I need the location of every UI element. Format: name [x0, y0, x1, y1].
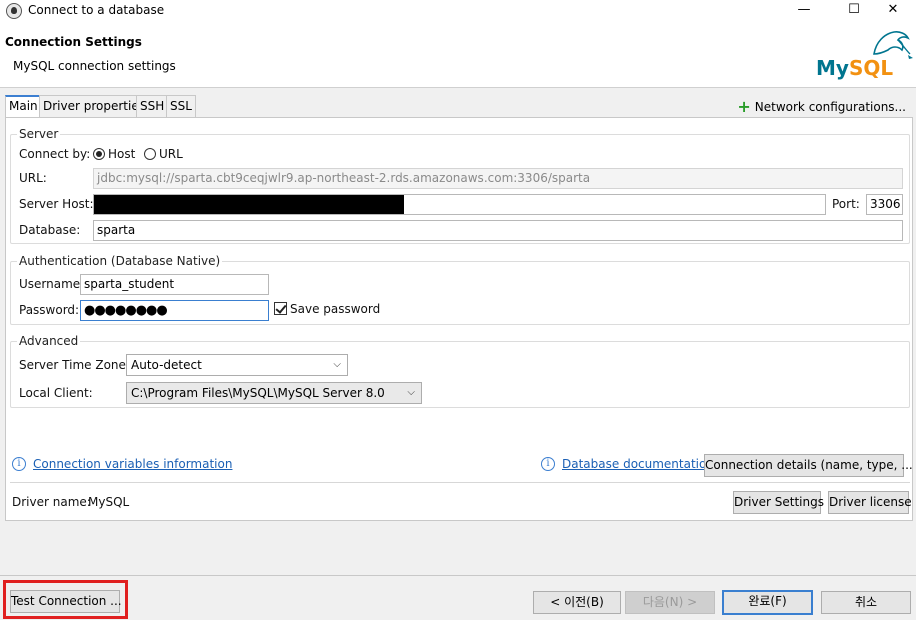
- port-input[interactable]: 3306: [866, 194, 903, 215]
- info-icon: i: [12, 457, 26, 471]
- radio-selected-icon: [93, 148, 105, 160]
- page-title: Connection Settings: [5, 35, 142, 49]
- connect-by-label: Connect by:: [19, 147, 91, 161]
- redacted-area: [94, 195, 404, 214]
- url-option-label: URL: [159, 147, 183, 161]
- divider: [10, 482, 910, 483]
- next-button[interactable]: 다음(N) >: [625, 591, 715, 614]
- username-label: Username:: [19, 277, 85, 291]
- window-title: Connect to a database: [28, 3, 165, 17]
- save-password-checkbox[interactable]: Save password: [274, 302, 380, 316]
- driver-license-button[interactable]: Driver license: [828, 491, 912, 514]
- tab-driver-properties[interactable]: Driver properties: [39, 95, 149, 117]
- tab-ssl[interactable]: SSL: [166, 95, 196, 117]
- connect-by-host-radio[interactable]: Host: [93, 147, 135, 161]
- cancel-button[interactable]: 취소: [821, 591, 911, 614]
- info-icon: i: [541, 457, 555, 471]
- plus-icon: +: [737, 97, 751, 116]
- host-option-label: Host: [108, 147, 136, 161]
- password-input[interactable]: ●●●●●●●●: [80, 300, 269, 321]
- server-host-label: Server Host:: [19, 197, 94, 211]
- connection-variables-link[interactable]: Connection variables information: [33, 457, 232, 471]
- logo-my: My: [816, 56, 849, 80]
- main-panel: Server Connect by: Host URL URL: jdbc:my…: [5, 117, 916, 521]
- advanced-group-title: Advanced: [17, 334, 81, 348]
- connection-details-button[interactable]: Connection details (name, type, ... ): [704, 454, 916, 477]
- database-input[interactable]: sparta: [93, 220, 903, 241]
- server-time-zone-value: Auto-detect: [131, 358, 202, 372]
- logo-sql: SQL: [848, 56, 894, 80]
- password-label: Password:: [19, 303, 80, 317]
- driver-name-value: MySQL: [88, 495, 130, 509]
- driver-name-label: Driver name:: [12, 495, 91, 509]
- url-input[interactable]: jdbc:mysql://sparta.cbt9ceqjwlr9.ap-nort…: [93, 168, 903, 189]
- local-client-value: C:\Program Files\MySQL\MySQL Server 8.0: [131, 386, 385, 400]
- local-client-select[interactable]: C:\Program Files\MySQL\MySQL Server 8.0 …: [126, 382, 422, 404]
- title-bar: Connect to a database — ☐ ✕: [0, 0, 916, 22]
- driver-settings-button[interactable]: Driver Settings: [733, 491, 824, 514]
- close-button[interactable]: ✕: [870, 0, 916, 22]
- mysql-logo-text: MySQL: [816, 56, 893, 80]
- back-button[interactable]: < 이전(B): [533, 591, 621, 614]
- server-group-title: Server: [17, 127, 61, 141]
- footer-divider: [0, 575, 916, 576]
- port-label: Port:: [832, 197, 860, 211]
- mysql-logo: MySQL: [812, 28, 914, 84]
- page-subtitle: MySQL connection settings: [13, 59, 176, 73]
- server-time-zone-select[interactable]: Auto-detect ⌵: [126, 354, 348, 376]
- network-configurations-label: Network configurations...: [754, 100, 906, 114]
- tab-main[interactable]: Main: [5, 95, 42, 118]
- finish-button[interactable]: 완료(F): [722, 590, 813, 615]
- database-documentation-link[interactable]: Database documentation: [562, 457, 714, 471]
- app-icon: [6, 3, 22, 19]
- database-label: Database:: [19, 223, 81, 237]
- minimize-button[interactable]: —: [781, 0, 827, 22]
- server-time-zone-label: Server Time Zone:: [19, 358, 130, 372]
- checkbox-checked-icon: [274, 302, 287, 315]
- connect-by-url-radio[interactable]: URL: [144, 147, 183, 161]
- url-label: URL:: [19, 171, 47, 185]
- save-password-label: Save password: [290, 302, 381, 316]
- chevron-down-icon: ⌵: [407, 387, 415, 398]
- network-configurations-button[interactable]: + Network configurations...: [737, 97, 906, 116]
- test-connection-highlight: [3, 580, 128, 619]
- radio-unselected-icon: [144, 148, 156, 160]
- wizard-header: Connection Settings MySQL connection set…: [0, 22, 916, 88]
- tab-ssh[interactable]: SSH: [136, 95, 169, 117]
- local-client-label: Local Client:: [19, 386, 93, 400]
- server-host-input[interactable]: [93, 194, 826, 215]
- username-input[interactable]: sparta_student: [80, 274, 269, 295]
- chevron-down-icon: ⌵: [333, 359, 341, 370]
- authentication-group-title: Authentication (Database Native): [17, 254, 223, 268]
